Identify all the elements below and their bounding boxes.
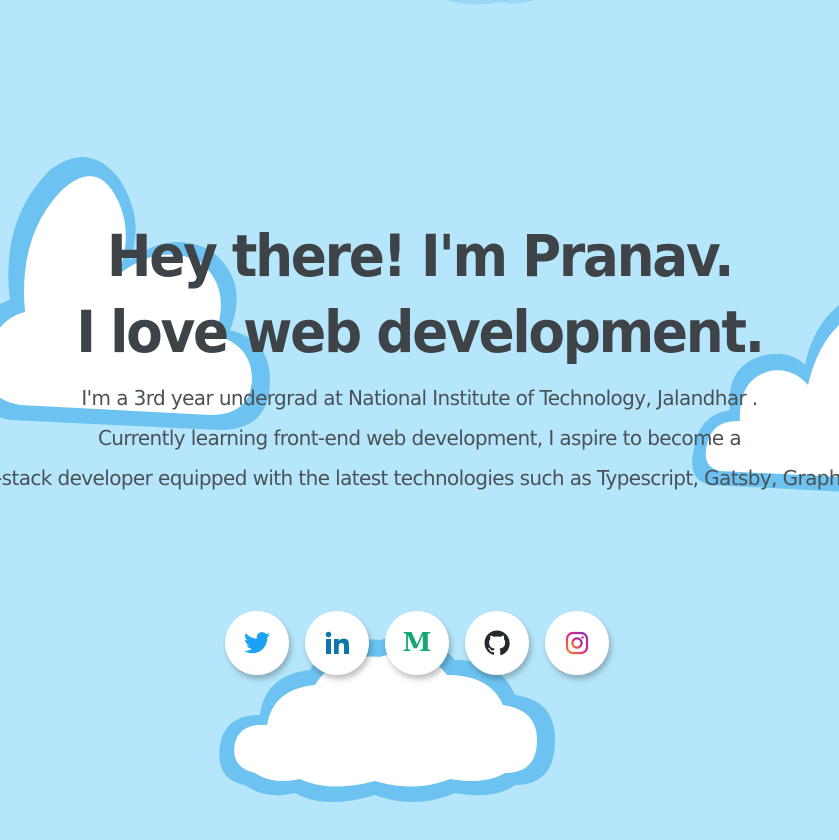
instagram-button[interactable] <box>545 611 609 675</box>
headline-line-1: Hey there! I'm Pranav. <box>106 222 735 290</box>
medium-button[interactable]: M <box>385 611 449 675</box>
linkedin-button[interactable] <box>305 611 369 675</box>
page: Hey there! I'm Pranav. I love web develo… <box>0 0 839 840</box>
bio-line-2: Currently learning front-end web develop… <box>97 426 742 450</box>
linkedin-icon <box>325 631 349 654</box>
github-button[interactable] <box>465 611 529 675</box>
twitter-icon <box>244 632 270 654</box>
bio-text: I'm a 3rd year undergrad at National Ins… <box>0 378 839 498</box>
headline-line-2: I love web development. <box>76 298 765 366</box>
twitter-button[interactable] <box>225 611 289 675</box>
headline: Hey there! I'm Pranav. I love web develo… <box>34 218 806 370</box>
bio-line-1: I'm a 3rd year undergrad at National Ins… <box>81 386 758 410</box>
medium-icon: M <box>402 628 432 658</box>
bio-line-3: full-stack developer equipped with the l… <box>0 466 839 490</box>
bio-line-3-wrapper: full-stack developer equipped with the l… <box>0 458 839 498</box>
github-icon <box>484 630 510 656</box>
hero-section: Hey there! I'm Pranav. I love web develo… <box>0 218 839 498</box>
instagram-icon <box>565 631 589 655</box>
social-links: M <box>225 611 609 675</box>
cloud-top-decoration <box>400 0 560 10</box>
